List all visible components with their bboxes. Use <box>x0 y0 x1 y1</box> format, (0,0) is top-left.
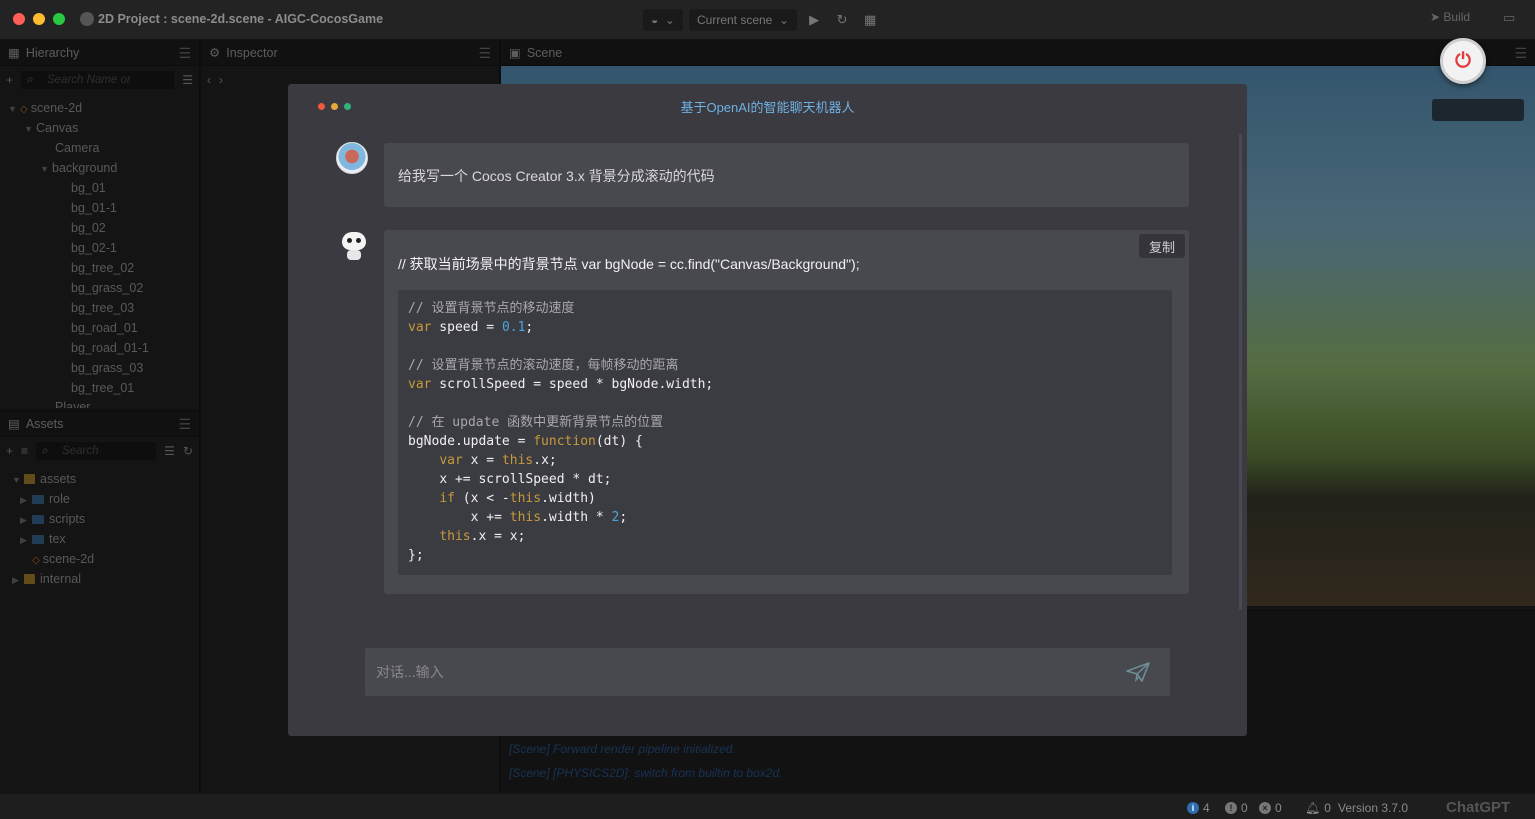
minimize-window-button[interactable] <box>33 13 45 25</box>
window-title: 2D Project : scene-2d.scene - AIGC-Cocos… <box>98 12 384 26</box>
code-text: speed = <box>431 320 502 335</box>
code-keyword: this <box>509 510 542 525</box>
code-comment: // 设置背景节点的滚动速度，每帧移动的距离 <box>408 358 679 373</box>
info-icon: i <box>1187 802 1199 814</box>
warning-icon: ! <box>1225 802 1237 814</box>
open-folder-button[interactable]: ▭ <box>1503 10 1515 26</box>
chat-input-box <box>365 648 1170 696</box>
maximize-window-button[interactable] <box>53 13 65 25</box>
title-bar: 2D Project : scene-2d.scene - AIGC-Cocos… <box>0 0 1535 40</box>
brand-label: ChatGPT <box>1446 799 1511 816</box>
chevron-down-icon: ⌄ <box>779 13 790 27</box>
warning-count[interactable]: ! 0 <box>1225 801 1248 815</box>
code-keyword: function <box>533 434 596 449</box>
status-bar: i4 ! 0 × 0 🔔︎ 0 Version 3.7.0 ChatGPT <box>0 793 1535 819</box>
chat-window: 基于OpenAI的智能聊天机器人 给我写一个 Cocos Creator 3.x… <box>288 84 1247 736</box>
power-button[interactable]: ⏻ <box>1440 38 1486 84</box>
scene-toolbar: ◒ ⌄ Current scene ⌄ ▶ ↻ ▦ <box>643 8 893 32</box>
code-text: .x = x; <box>470 529 526 544</box>
code-keyword: if <box>439 491 455 506</box>
code-keyword: var <box>408 320 432 335</box>
code-text: .x; <box>533 453 557 468</box>
chevron-down-icon: ⌄ <box>664 13 675 27</box>
refresh-icon: ↻ <box>836 12 848 27</box>
code-keyword: var <box>408 377 432 392</box>
code-text: x += scrollSpeed * dt; <box>439 472 612 487</box>
chat-input[interactable] <box>365 648 1115 696</box>
bot-message: 复制 // 获取当前场景中的背景节点 var bgNode = cc.find(… <box>384 230 1189 594</box>
code-keyword: this <box>501 453 534 468</box>
code-text: x += <box>470 510 510 525</box>
info-count[interactable]: i4 <box>1187 801 1210 815</box>
copy-button[interactable]: 复制 <box>1139 234 1185 258</box>
platform-select[interactable]: ◒ ⌄ <box>643 9 683 31</box>
chat-title: 基于OpenAI的智能聊天机器人 <box>680 100 855 115</box>
code-text: x = <box>462 453 502 468</box>
project-icon <box>80 12 94 26</box>
code-text: ; <box>619 510 628 525</box>
code-text: .width) <box>541 491 596 506</box>
code-text: bgNode.update = <box>408 434 534 449</box>
user-message: 给我写一个 Cocos Creator 3.x 背景分成滚动的代码 <box>384 143 1189 207</box>
send-icon[interactable] <box>1125 660 1151 684</box>
play-icon: ▶ <box>809 12 820 27</box>
bot-heading: // 获取当前场景中的背景节点 var bgNode = cc.find("Ca… <box>398 256 860 272</box>
code-comment: // 在 update 函数中更新背景节点的位置 <box>408 415 664 430</box>
preview-grid-button[interactable]: ▦ <box>859 9 881 31</box>
build-label: Build <box>1443 10 1471 24</box>
error-count[interactable]: × 0 <box>1259 801 1282 815</box>
code-keyword: this <box>439 529 471 544</box>
code-keyword: var <box>439 453 463 468</box>
user-avatar <box>336 142 368 174</box>
code-keyword: this <box>509 491 542 506</box>
code-text: (x < - <box>454 491 510 506</box>
power-icon: ⏻ <box>1455 49 1471 72</box>
code-comment: // 设置背景节点的移动速度 <box>408 301 575 316</box>
robot-icon <box>342 232 366 250</box>
code-text: scrollSpeed = speed * bgNode.width; <box>431 377 714 392</box>
info-count-value: 4 <box>1203 801 1210 815</box>
play-button[interactable]: ▶ <box>803 9 825 31</box>
scene-select[interactable]: Current scene ⌄ <box>688 9 798 31</box>
bot-avatar <box>338 230 370 262</box>
robot-body <box>347 250 361 260</box>
globe-icon: ◒ <box>651 13 659 27</box>
code-text: }; <box>408 548 424 563</box>
folder-icon: ▭ <box>1503 10 1516 25</box>
scene-select-label: Current scene <box>696 13 773 27</box>
notification-count-value: 0 <box>1324 801 1331 815</box>
version-label: Version 3.7.0 <box>1338 801 1409 815</box>
notification-count[interactable]: 🔔︎ 0 <box>1305 801 1331 815</box>
bell-icon: 🔔︎ <box>1305 801 1321 815</box>
code-text: .width * <box>541 510 612 525</box>
warning-count-value: 0 <box>1241 801 1248 815</box>
refresh-button[interactable]: ↻ <box>831 9 853 31</box>
chat-scrollbar[interactable] <box>1239 134 1242 610</box>
build-button[interactable]: ➤ Build <box>1430 10 1470 24</box>
grid-icon: ▦ <box>863 12 877 27</box>
code-block: // 设置背景节点的移动速度 var speed = 0.1; // 设置背景节… <box>398 290 1172 575</box>
send-icon: ➤ <box>1430 10 1441 24</box>
code-text: ; <box>525 320 534 335</box>
error-count-value: 0 <box>1275 801 1282 815</box>
error-icon: × <box>1259 802 1271 814</box>
code-text: (dt) { <box>595 434 643 449</box>
code-number: 0.1 <box>501 320 526 335</box>
close-window-button[interactable] <box>13 13 25 25</box>
